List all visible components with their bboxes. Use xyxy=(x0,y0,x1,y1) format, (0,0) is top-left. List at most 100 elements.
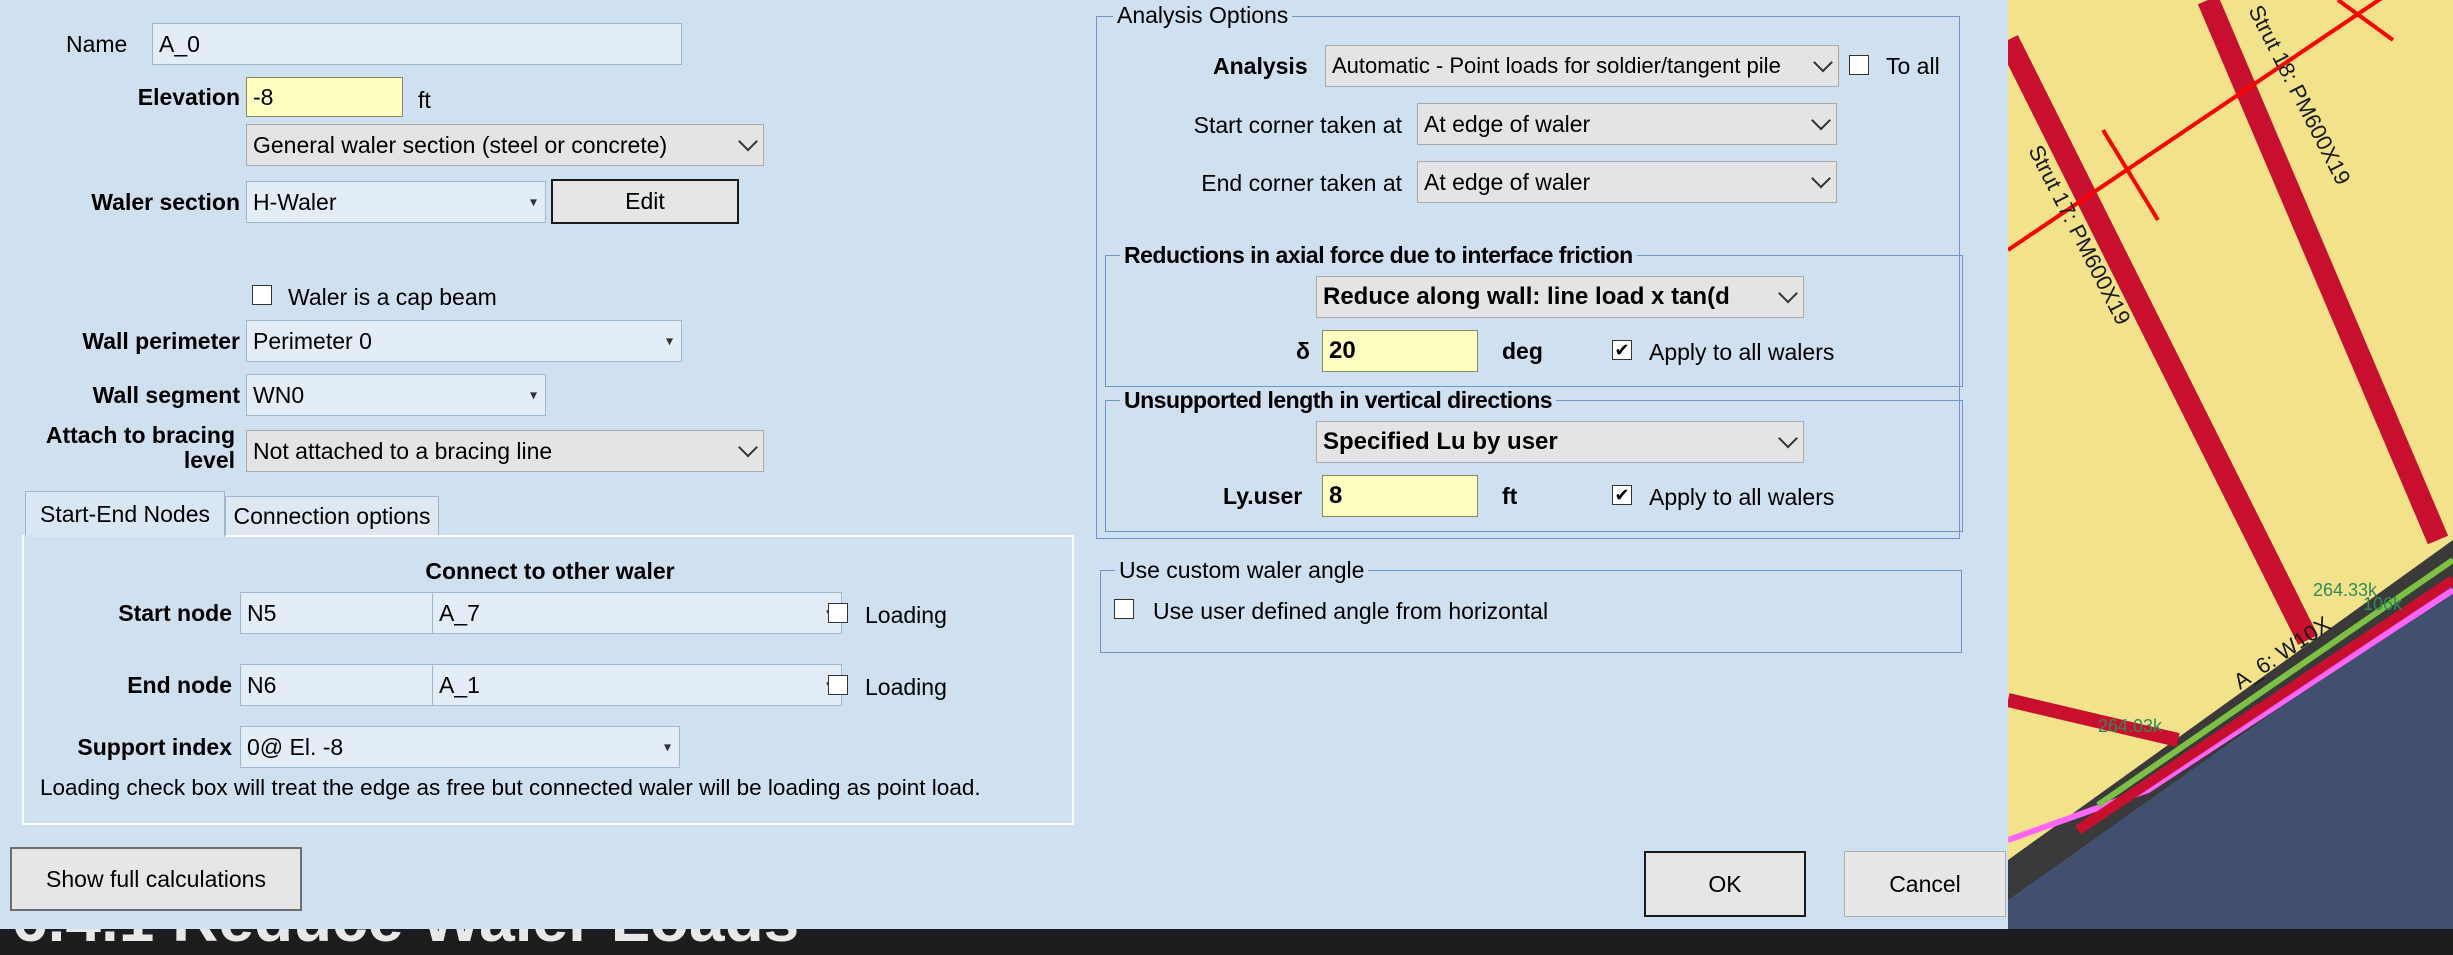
cap-beam-label: Waler is a cap beam xyxy=(288,284,497,310)
chevron-down-icon xyxy=(1811,110,1831,131)
end-loading-checkbox[interactable] xyxy=(828,675,848,695)
end-loading-label: Loading xyxy=(865,674,947,700)
end-corner-value: At edge of waler xyxy=(1424,168,1591,195)
name-input[interactable]: A_0 xyxy=(152,23,682,65)
to-all-label: To all xyxy=(1886,53,1940,79)
section-type-value: General waler section (steel or concrete… xyxy=(253,131,668,158)
wall-perimeter-value: Perimeter 0 xyxy=(253,327,372,354)
start-corner-value: At edge of waler xyxy=(1424,110,1591,137)
ok-button[interactable]: OK xyxy=(1644,851,1806,917)
reductions-group: Reductions in axial force due to interfa… xyxy=(1105,244,1963,387)
analysis-value: Automatic - Point loads for soldier/tang… xyxy=(1332,53,1781,78)
unsupported-method-select[interactable]: Specified Lu by user xyxy=(1316,421,1804,463)
strut-18-line xyxy=(2197,0,2449,545)
cancel-button[interactable]: Cancel xyxy=(1844,851,2006,917)
waler-section-value: H-Waler xyxy=(253,188,337,215)
ly-apply-all-label: Apply to all walers xyxy=(1649,484,1835,510)
unsupported-title: Unsupported length in vertical direction… xyxy=(1120,389,1557,412)
tab-start-end-nodes[interactable]: Start-End Nodes xyxy=(25,491,225,537)
force-label-3: 106k xyxy=(2363,594,2403,614)
chevron-down-icon xyxy=(738,437,758,458)
attach-label-line1: Attach to bracing xyxy=(45,422,235,448)
custom-angle-group: Use custom waler angle Use user defined … xyxy=(1100,559,1962,653)
support-index-value: 0@ El. -8 xyxy=(247,733,344,760)
start-node-combo[interactable]: N5 ▾ xyxy=(240,592,452,634)
show-calculations-button[interactable]: Show full calculations xyxy=(10,847,302,911)
end-waler-value: A_1 xyxy=(439,671,480,698)
wall-perimeter-combo[interactable]: Perimeter 0 ▾ xyxy=(246,320,682,362)
dropdown-arrow-icon: ▾ xyxy=(663,738,671,755)
ly-input[interactable]: 8 xyxy=(1322,475,1478,517)
attach-value: Not attached to a bracing line xyxy=(253,437,553,464)
start-waler-value: A_7 xyxy=(439,599,480,626)
delta-apply-all-checkbox[interactable]: ✔ xyxy=(1612,340,1632,360)
waler-dialog: Name A_0 Elevation -8 ft General waler s… xyxy=(0,0,2008,929)
analysis-label: Analysis xyxy=(1213,53,1308,79)
tab-label: Connection options xyxy=(233,503,431,529)
brace-tick-a xyxy=(2101,128,2160,222)
end-node-label: End node xyxy=(127,672,232,698)
name-label: Name xyxy=(66,31,128,57)
ly-unit: ft xyxy=(1502,483,1518,509)
delta-unit: deg xyxy=(1502,338,1543,364)
waler-section-label: Waler section xyxy=(91,189,240,215)
chevron-down-icon xyxy=(738,131,758,152)
support-index-label: Support index xyxy=(77,734,232,760)
end-node-value: N6 xyxy=(247,671,277,698)
connect-title: Connect to other waler xyxy=(425,558,675,584)
start-corner-label: Start corner taken at xyxy=(1193,112,1402,138)
end-node-combo[interactable]: N6 ▾ xyxy=(240,664,452,706)
tab-panel: Connect to other waler Start node N5 ▾ A… xyxy=(22,535,1074,825)
delta-apply-all-label: Apply to all walers xyxy=(1649,339,1835,365)
analysis-options-group: Analysis Options Analysis Automatic - Po… xyxy=(1096,4,1963,539)
wall-perimeter-label: Wall perimeter xyxy=(82,328,240,354)
reduction-method-select[interactable]: Reduce along wall: line load x tan(d xyxy=(1316,276,1804,318)
to-all-checkbox[interactable] xyxy=(1849,55,1869,75)
force-label-1: 264.03k xyxy=(2098,716,2163,736)
loading-note: Loading check box will treat the edge as… xyxy=(40,775,981,800)
unsupported-method-value: Specified Lu by user xyxy=(1323,428,1558,455)
plan-view: Strut 18: PM600X19 Strut 17: PM600X19 A_… xyxy=(2008,0,2453,929)
elevation-input[interactable]: -8 xyxy=(246,77,403,117)
waler-section-combo[interactable]: H-Waler ▾ xyxy=(246,181,546,223)
start-node-value: N5 xyxy=(247,599,277,626)
end-waler-combo[interactable]: A_1 ▾ xyxy=(432,664,842,706)
tab-label: Start-End Nodes xyxy=(39,501,211,527)
support-index-combo[interactable]: 0@ El. -8 ▾ xyxy=(240,726,680,768)
end-corner-select[interactable]: At edge of waler xyxy=(1417,161,1837,203)
attach-label-line2: level xyxy=(183,447,235,473)
section-type-select[interactable]: General waler section (steel or concrete… xyxy=(246,124,764,166)
wall-segment-combo[interactable]: WN0 ▾ xyxy=(246,374,546,416)
edit-button[interactable]: Edit xyxy=(551,179,739,224)
attach-select[interactable]: Not attached to a bracing line xyxy=(246,430,764,472)
chevron-down-icon xyxy=(1811,168,1831,189)
ly-apply-all-checkbox[interactable]: ✔ xyxy=(1612,485,1632,505)
start-loading-checkbox[interactable] xyxy=(828,603,848,623)
start-waler-combo[interactable]: A_7 ▾ xyxy=(432,592,842,634)
custom-angle-label: Use user defined angle from horizontal xyxy=(1153,598,1549,624)
chevron-down-icon xyxy=(1778,428,1798,449)
ly-label: Ly.user xyxy=(1223,483,1303,509)
unsupported-group: Unsupported length in vertical direction… xyxy=(1105,389,1963,532)
elevation-label: Elevation xyxy=(137,84,240,110)
dropdown-arrow-icon: ▾ xyxy=(529,386,537,403)
cap-beam-checkbox[interactable] xyxy=(252,285,272,305)
delta-symbol: δ xyxy=(1296,338,1310,364)
analysis-select[interactable]: Automatic - Point loads for soldier/tang… xyxy=(1325,45,1839,87)
wall-segment-label: Wall segment xyxy=(92,382,240,408)
plan-drawing: Strut 18: PM600X19 Strut 17: PM600X19 A_… xyxy=(2008,0,2453,929)
custom-angle-checkbox[interactable] xyxy=(1114,599,1134,619)
custom-angle-title: Use custom waler angle xyxy=(1115,559,1369,582)
chevron-down-icon xyxy=(1813,52,1833,73)
delta-input[interactable]: 20 xyxy=(1322,330,1478,372)
start-loading-label: Loading xyxy=(865,602,947,628)
dropdown-arrow-icon: ▾ xyxy=(665,332,673,349)
reductions-title: Reductions in axial force due to interfa… xyxy=(1120,244,1637,267)
start-node-label: Start node xyxy=(118,600,232,626)
wall-segment-value: WN0 xyxy=(253,381,305,408)
start-corner-select[interactable]: At edge of waler xyxy=(1417,103,1837,145)
end-corner-label: End corner taken at xyxy=(1201,170,1402,196)
dropdown-arrow-icon: ▾ xyxy=(529,193,537,210)
analysis-options-title: Analysis Options xyxy=(1113,4,1293,27)
tab-connection-options[interactable]: Connection options xyxy=(225,496,439,536)
